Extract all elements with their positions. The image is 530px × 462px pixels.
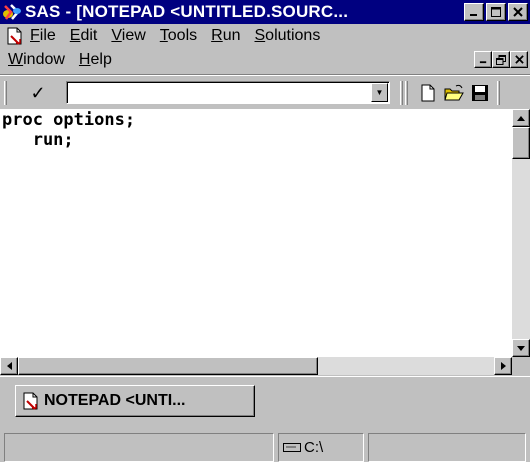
toolbar-grip-3[interactable]	[497, 81, 500, 105]
menu-tools[interactable]: Tools	[160, 27, 197, 45]
editor-window: proc options; run;	[0, 109, 530, 376]
arrow-down-icon	[517, 345, 525, 351]
scroll-down-button[interactable]	[512, 339, 530, 357]
window-title: SAS - [NOTEPAD <UNTITLED.SOURC...	[25, 2, 349, 21]
scroll-left-button[interactable]	[0, 357, 18, 375]
restore-icon	[496, 54, 506, 65]
maximize-icon	[491, 7, 501, 17]
menu-run[interactable]: Run	[211, 27, 240, 45]
current-folder-pane[interactable]: C:\	[278, 433, 364, 462]
horizontal-scrollbar[interactable]	[0, 357, 512, 375]
window-button-label: NOTEPAD <UNTI...	[44, 392, 186, 409]
scroll-right-button[interactable]	[494, 357, 512, 375]
menu-edit[interactable]: Edit	[70, 27, 98, 45]
toolbar: ✓ ▼	[0, 74, 530, 108]
menu-window[interactable]: Window	[8, 51, 65, 69]
sas-window: SAS - [NOTEPAD <UNTITLED.SOURC... File E…	[0, 0, 530, 462]
horizontal-scroll-thumb[interactable]	[18, 357, 318, 375]
menu-file[interactable]: File	[30, 27, 56, 45]
code-line-2: run;	[2, 130, 74, 150]
scrollbar-corner	[512, 357, 530, 375]
toolbar-grip-2[interactable]	[405, 81, 408, 105]
close-icon	[513, 7, 523, 17]
sas-logo-icon	[3, 4, 21, 20]
status-message-pane	[4, 433, 274, 462]
scroll-up-button[interactable]	[512, 109, 530, 127]
child-restore-button[interactable]	[492, 51, 510, 68]
minimize-button[interactable]	[464, 3, 484, 21]
maximize-button[interactable]	[486, 3, 506, 21]
minimize-icon	[470, 14, 477, 16]
arrow-right-icon	[500, 362, 506, 370]
menu-view[interactable]: View	[111, 27, 145, 45]
minimize-icon	[479, 61, 486, 64]
toolbar-grip[interactable]	[4, 81, 7, 105]
status-bar: C:\	[0, 430, 530, 462]
menu-solutions[interactable]: Solutions	[255, 27, 321, 45]
toolbar-separator	[400, 81, 403, 105]
code-line-1: proc options;	[2, 110, 136, 130]
open-folder-icon[interactable]	[444, 84, 464, 102]
title-bar[interactable]: SAS - [NOTEPAD <UNTITLED.SOURC...	[0, 0, 530, 24]
check-icon: ✓	[30, 82, 46, 103]
window-bar: NOTEPAD <UNTI...	[0, 376, 530, 428]
menu-help[interactable]: Help	[79, 51, 112, 69]
new-document-icon[interactable]	[418, 84, 438, 102]
code-editor[interactable]: proc options; run;	[0, 109, 512, 357]
command-box[interactable]: ▼	[66, 81, 390, 104]
arrow-left-icon	[6, 362, 12, 370]
current-folder-path: C:\	[304, 439, 324, 456]
command-dropdown-button[interactable]: ▼	[371, 83, 388, 102]
document-icon[interactable]	[6, 27, 24, 45]
vertical-scroll-thumb[interactable]	[512, 127, 530, 159]
close-button[interactable]	[508, 3, 528, 21]
document-icon	[23, 392, 38, 410]
drive-icon	[283, 443, 301, 452]
menu-bar-row-2: Window Help	[0, 48, 530, 72]
close-icon	[514, 55, 524, 64]
child-close-button[interactable]	[510, 51, 528, 68]
submit-command-button[interactable]: ✓	[14, 81, 62, 105]
menu-bar: File Edit View Tools Run Solutions	[0, 24, 530, 48]
chevron-down-icon: ▼	[375, 88, 384, 97]
child-minimize-button[interactable]	[474, 51, 492, 68]
arrow-up-icon	[517, 115, 525, 121]
notepad-window-button[interactable]: NOTEPAD <UNTI...	[15, 385, 255, 417]
save-disk-icon[interactable]	[470, 84, 490, 102]
status-extra-pane	[368, 433, 526, 462]
vertical-scrollbar[interactable]	[512, 109, 530, 357]
